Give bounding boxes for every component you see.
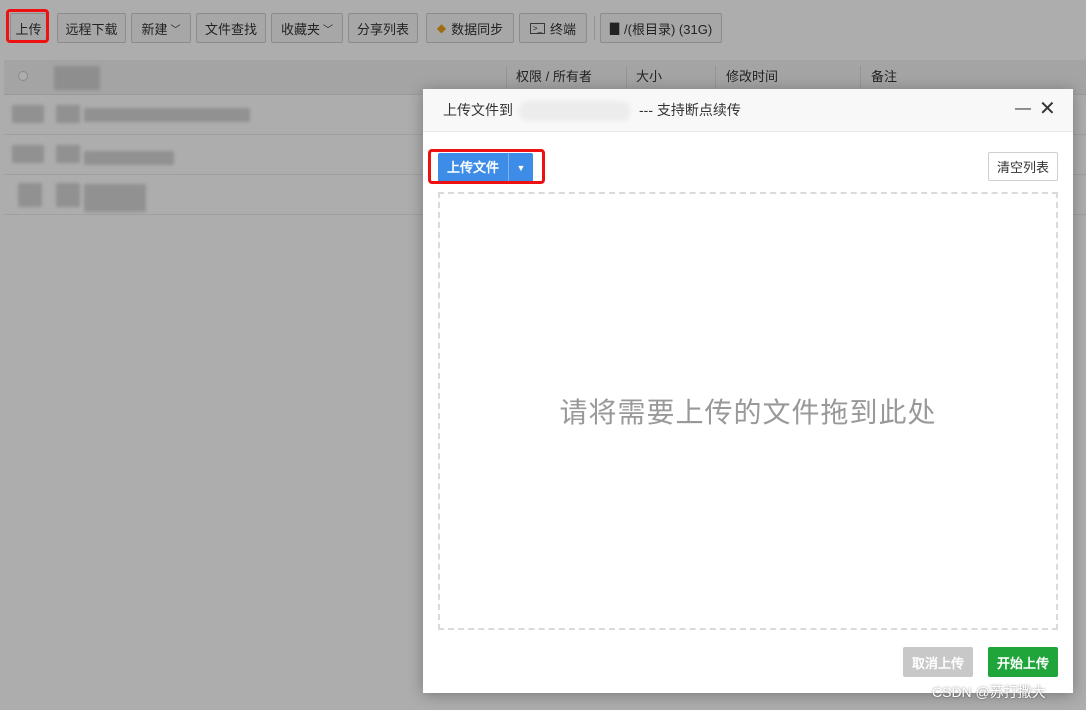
blurred-path	[519, 101, 631, 122]
upload-dialog: 上传文件到 --- 支持断点续传 — ✕ 上传文件 ▼ 清空列表 请将需要上传的文…	[423, 89, 1073, 693]
highlight-box-upload-files	[428, 149, 545, 184]
highlight-box-upload	[6, 9, 49, 43]
minimize-icon[interactable]: —	[1015, 101, 1031, 117]
cancel-upload-button[interactable]: 取消上传	[903, 647, 973, 677]
close-icon[interactable]: ✕	[1039, 99, 1056, 119]
watermark: CSDN @苏打撒大	[932, 684, 1046, 700]
clear-list-button[interactable]: 清空列表	[988, 152, 1058, 181]
dialog-title: 上传文件到 --- 支持断点续传	[443, 89, 741, 131]
start-upload-button[interactable]: 开始上传	[988, 647, 1058, 677]
drop-hint: 请将需要上传的文件拖到此处	[559, 397, 937, 428]
dialog-header: 上传文件到 --- 支持断点续传 — ✕	[423, 89, 1073, 132]
drop-zone[interactable]: 请将需要上传的文件拖到此处	[438, 192, 1058, 630]
